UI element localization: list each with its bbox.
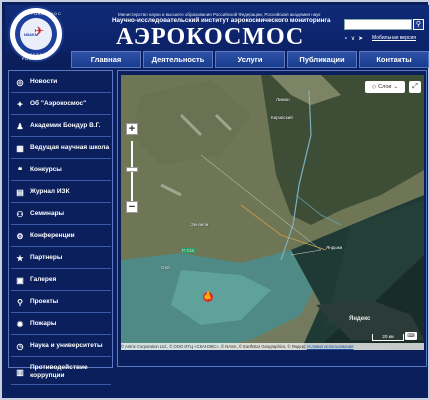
book-icon: ▦ [16,143,24,153]
sidebar-item-label: Наука и университеты [30,342,103,349]
chat-icon: ❝ [17,165,23,175]
sidebar-item-7[interactable]: ⚙ Конференции [11,226,111,247]
fire-icon: ✹ [16,319,24,329]
attribution-text: © Antrix Corporation Ltd., © ООО ИТЦ «СК… [121,344,306,349]
road-label: Р-216 [181,248,196,253]
sidebar-item-13[interactable]: ▥ Противодействие коррупции [11,360,111,385]
sidebar-item-label: Проекты [30,298,59,305]
vk-icon[interactable]: ∨ [351,36,355,42]
institute-line: Научно-исследовательский институт аэроко… [112,17,331,24]
sidebar-item-9[interactable]: ▣ Галерея [11,270,111,291]
main-nav: Главная Деятельность Услуги Публикации К… [69,51,429,68]
nav-contacts[interactable]: Контакты [359,51,429,68]
terms-link[interactable]: Условия использования [307,344,353,349]
search-button[interactable]: ⚲ [413,19,424,30]
plane-icon: ✈ [34,24,45,38]
layers-icon: ◇ [371,84,377,90]
chevron-down-icon: ⌄ [393,84,399,90]
sidebar-item-label: Семинары [30,210,65,217]
globe-icon: ◎ [16,77,24,87]
site-header: Министерство науки и высшего образования… [5,5,429,53]
conference-icon: ⚙ [16,231,24,241]
place-label: Кировский [271,115,293,120]
sidebar-item-5[interactable]: ▤ Журнал ИЗК [11,182,111,203]
satellite-icon: ✦ [16,99,24,109]
map-attribution: © Antrix Corporation Ltd., © ООО ИТЦ «СК… [121,343,424,350]
zoom-slider-handle[interactable] [126,167,138,172]
map-scale: 20 км [372,334,404,341]
logo-text-bottom: МОСКВА РОССИЯ [22,53,44,61]
sidebar-item-2[interactable]: ♟ Академик Бондур В.Г. [11,116,111,137]
place-label: Лиман [276,97,290,102]
layers-button[interactable]: ◇ Слои ⌄ [365,81,405,93]
sidebar-item-label: Партнеры [30,254,63,261]
logo-text-top: АЭРОКОСМОС [23,11,62,16]
image-icon: ▣ [16,275,24,285]
mobile-version-link[interactable]: Мобильная версия [372,35,416,41]
zoom-out-button[interactable]: − [126,201,138,213]
sidebar-item-12[interactable]: ◷ Наука и университеты [11,336,111,357]
search-input[interactable] [344,19,412,30]
nav-services[interactable]: Услуги [215,51,285,68]
sidebar: ◎ Новости ✦ Об "Аэрокосмос" ♟ Академик Бондур… [8,70,113,385]
social-icons: ⋆ ∨ ➤ [344,35,366,42]
place-label: Оля [161,265,170,270]
sidebar-item-label: Журнал ИЗК [30,188,70,195]
zoom-in-button[interactable]: + [126,123,138,135]
nav-publications[interactable]: Публикации [287,51,357,68]
place-label: Яндыки [326,245,343,250]
sidebar-item-label: Академик Бондур В.Г. [30,122,101,129]
document-icon: ▥ [16,367,24,377]
sidebar-item-label: Ведущая научная школа [30,144,110,151]
sidebar-item-4[interactable]: ❝ Конкурсы [11,160,111,181]
journal-icon: ▤ [16,187,24,197]
map-panel: Лиман Зензели Яндыки Оля Кировский Р-216… [117,70,427,367]
place-label: Зензели [191,222,209,227]
brand-title[interactable]: АЭРОКОСМОС [116,24,304,51]
site-logo[interactable]: NIIAKM ✈ АЭРОКОСМОС МОСКВА РОССИЯ [8,6,64,62]
rss-icon[interactable]: ⋆ [344,36,348,42]
satellite-map[interactable]: Лиман Зензели Яндыки Оля Кировский Р-216… [121,75,424,350]
sidebar-item-11[interactable]: ✹ Пожары [11,314,111,335]
star-icon: ★ [16,253,24,263]
sidebar-item-3[interactable]: ▦ Ведущая научная школа [11,138,111,159]
tg-icon[interactable]: ➤ [358,36,363,42]
sidebar-item-label: Конкурсы [30,166,62,173]
sidebar-item-label: Пожары [30,320,57,327]
expand-icon: ⤢ [412,83,418,90]
keyboard-icon[interactable]: ⌨ [405,332,417,340]
sidebar-item-label: Галерея [30,276,57,283]
person-icon: ♟ [16,121,24,131]
search-icon: ⚲ [415,21,422,28]
fullscreen-button[interactable]: ⤢ [409,81,421,93]
nav-home[interactable]: Главная [71,51,141,68]
sidebar-item-label: Новости [30,78,58,85]
nav-activity[interactable]: Деятельность [143,51,213,68]
seminar-icon: ⚇ [16,209,24,219]
page-frame: Министерство науки и высшего образования… [0,0,430,400]
sidebar-item-label: Противодействие коррупции [30,364,88,379]
sidebar-item-label: Конференции [30,232,75,239]
sidebar-item-8[interactable]: ★ Партнеры [11,248,111,269]
sidebar-item-0[interactable]: ◎ Новости [11,72,111,93]
sidebar-item-1[interactable]: ✦ Об "Аэрокосмос" [11,94,111,115]
sidebar-item-6[interactable]: ⚇ Семинары [11,204,111,225]
sidebar-item-label: Об "Аэрокосмос" [30,100,87,107]
layers-label: Слои [378,84,392,90]
sidebar-item-10[interactable]: ⚲ Проекты [11,292,111,313]
clock-icon: ◷ [16,341,24,351]
search-icon: ⚲ [17,297,23,307]
map-watermark: Яндекс [349,316,371,322]
